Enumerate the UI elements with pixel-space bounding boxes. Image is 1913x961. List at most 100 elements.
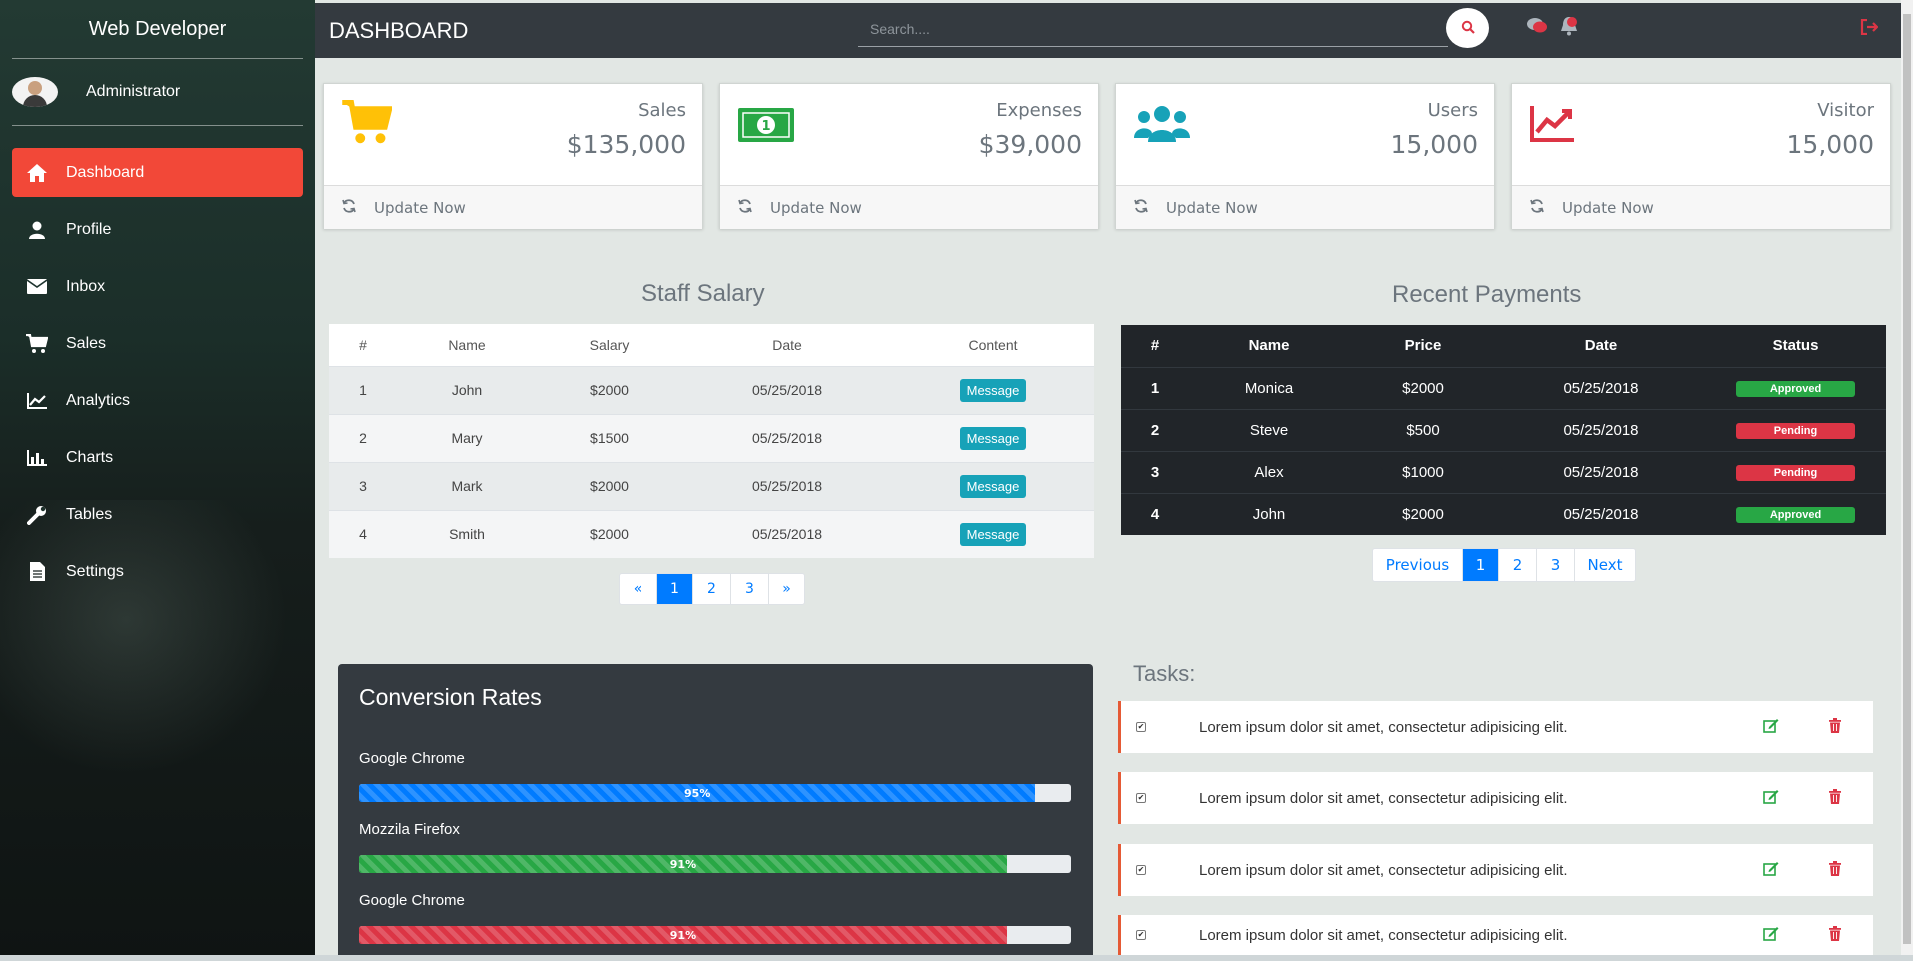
edit-icon[interactable] [1763,718,1779,737]
update-now-link[interactable]: Update Now [720,185,1098,229]
line-chart-icon [1530,106,1574,146]
pagination-prev[interactable]: « [620,574,656,604]
task-item: ✔ Lorem ipsum dolor sit amet, consectetu… [1118,915,1873,955]
progress-bar: 95% [359,784,1071,802]
payment-price: $2000 [1349,492,1497,535]
home-icon [24,163,50,183]
staff-salary-title: Staff Salary [641,280,765,307]
user-profile[interactable]: Administrator [0,59,315,125]
comments-icon[interactable] [1526,16,1548,40]
message-button[interactable]: Message [959,474,1027,498]
column-header: Name [397,324,537,366]
task-checkbox[interactable]: ✔ [1136,793,1146,803]
sidebar-item-charts[interactable]: Charts [12,433,303,482]
top-navbar: DASHBOARD [315,3,1901,58]
pagination-page[interactable]: 3 [730,574,768,604]
sidebar-item-sales[interactable]: Sales [12,319,303,368]
trash-icon[interactable] [1829,925,1841,945]
table-row: 1 John $2000 05/25/2018 Message [329,365,1094,414]
message-button[interactable]: Message [959,426,1027,450]
refresh-icon [738,198,752,217]
table-row: 4 John $2000 05/25/2018 Approved [1121,492,1886,535]
progress-label: Mozzila Firefox [359,821,460,838]
status-badge: Pending [1736,423,1855,439]
pagination-page[interactable]: 1 [656,574,692,604]
sidebar: Web Developer Administrator Dashboard Pr… [0,0,315,961]
line-chart-icon [24,392,50,409]
task-item: ✔ Lorem ipsum dolor sit amet, consectetu… [1118,844,1873,896]
sidebar-item-label: Sales [66,334,107,352]
sidebar-item-analytics[interactable]: Analytics [12,376,303,425]
sidebar-item-settings[interactable]: Settings [12,547,303,596]
refresh-icon [342,198,356,217]
payment-name: Alex [1189,450,1349,493]
row-number: 3 [329,461,397,510]
svg-text:1: 1 [761,119,770,134]
task-item: ✔ Lorem ipsum dolor sit amet, consectetu… [1118,772,1873,824]
payments-pagination: Previous 1 2 3 Next [1372,548,1636,582]
sign-out-icon[interactable] [1860,18,1879,39]
trash-icon[interactable] [1829,717,1841,737]
content-cell: Message [892,509,1094,558]
pagination-next[interactable]: Next [1574,549,1635,581]
sidebar-item-dashboard[interactable]: Dashboard [12,148,303,197]
task-text: Lorem ipsum dolor sit amet, consectetur … [1199,789,1568,807]
column-header: Date [1584,337,1618,355]
sidebar-item-label: Settings [66,562,124,580]
row-number: 3 [1121,450,1189,493]
card-value: 15,000 [1786,130,1874,159]
stat-card-visitor: Visitor 15,000 Update Now [1511,83,1891,229]
trash-icon[interactable] [1829,788,1841,808]
update-now-link[interactable]: Update Now [1512,185,1890,229]
table-row: 4 Smith $2000 05/25/2018 Message [329,509,1094,558]
table-row: 1 Monica $2000 05/25/2018 Approved [1121,366,1886,409]
pagination-page[interactable]: 2 [1498,549,1536,581]
stat-card-expenses: 1 Expenses $39,000 Update Now [719,83,1099,229]
card-value: 15,000 [1390,130,1478,159]
task-checkbox[interactable]: ✔ [1136,865,1146,875]
sidebar-item-profile[interactable]: Profile [12,205,303,254]
edit-icon[interactable] [1763,861,1779,880]
update-now-link[interactable]: Update Now [324,185,702,229]
payment-date: 05/25/2018 [1497,450,1705,493]
message-button[interactable]: Message [959,522,1027,546]
search-input[interactable] [858,11,1448,47]
conversion-rates-panel: Conversion Rates Google Chrome 95% Mozzi… [338,664,1093,961]
search-button[interactable] [1446,8,1489,48]
update-now-label: Update Now [374,198,466,217]
update-now-link[interactable]: Update Now [1116,185,1494,229]
pagination-page[interactable]: 2 [692,574,730,604]
user-name: Administrator [86,83,181,100]
edit-icon[interactable] [1763,926,1779,945]
edit-icon[interactable] [1763,789,1779,808]
page-title: DASHBOARD [329,17,469,43]
pagination-page[interactable]: 1 [1462,549,1498,581]
progress-fill: 91% [359,926,1007,944]
sidebar-item-label: Analytics [66,391,131,409]
status-badge: Approved [1736,507,1855,524]
pagination-next[interactable]: » [768,574,804,604]
sidebar-nav: Dashboard Profile Inbox Sales Analytics [0,148,315,596]
search-icon [1461,19,1475,38]
divider [12,125,303,126]
task-checkbox[interactable]: ✔ [1136,722,1146,732]
update-now-label: Update Now [770,198,862,217]
staff-name: John [397,365,537,414]
bell-icon[interactable] [1560,16,1578,40]
card-label: Expenses [996,100,1082,121]
column-header: Date [682,324,892,366]
table-row: 3 Mark $2000 05/25/2018 Message [329,461,1094,510]
scrollbar-thumb[interactable] [1903,14,1911,944]
sidebar-item-inbox[interactable]: Inbox [12,262,303,311]
staff-salary: $2000 [537,509,682,558]
pagination-prev[interactable]: Previous [1373,549,1462,581]
pagination-page[interactable]: 3 [1536,549,1574,581]
message-button[interactable]: Message [959,378,1027,402]
sidebar-item-tables[interactable]: Tables [12,490,303,539]
sidebar-item-label: Inbox [66,277,106,295]
trash-icon[interactable] [1829,860,1841,880]
staff-date: 05/25/2018 [682,509,892,558]
task-checkbox[interactable]: ✔ [1136,930,1146,940]
page-scrollbar[interactable] [1901,0,1913,961]
stat-card-sales: Sales $135,000 Update Now [323,83,703,229]
